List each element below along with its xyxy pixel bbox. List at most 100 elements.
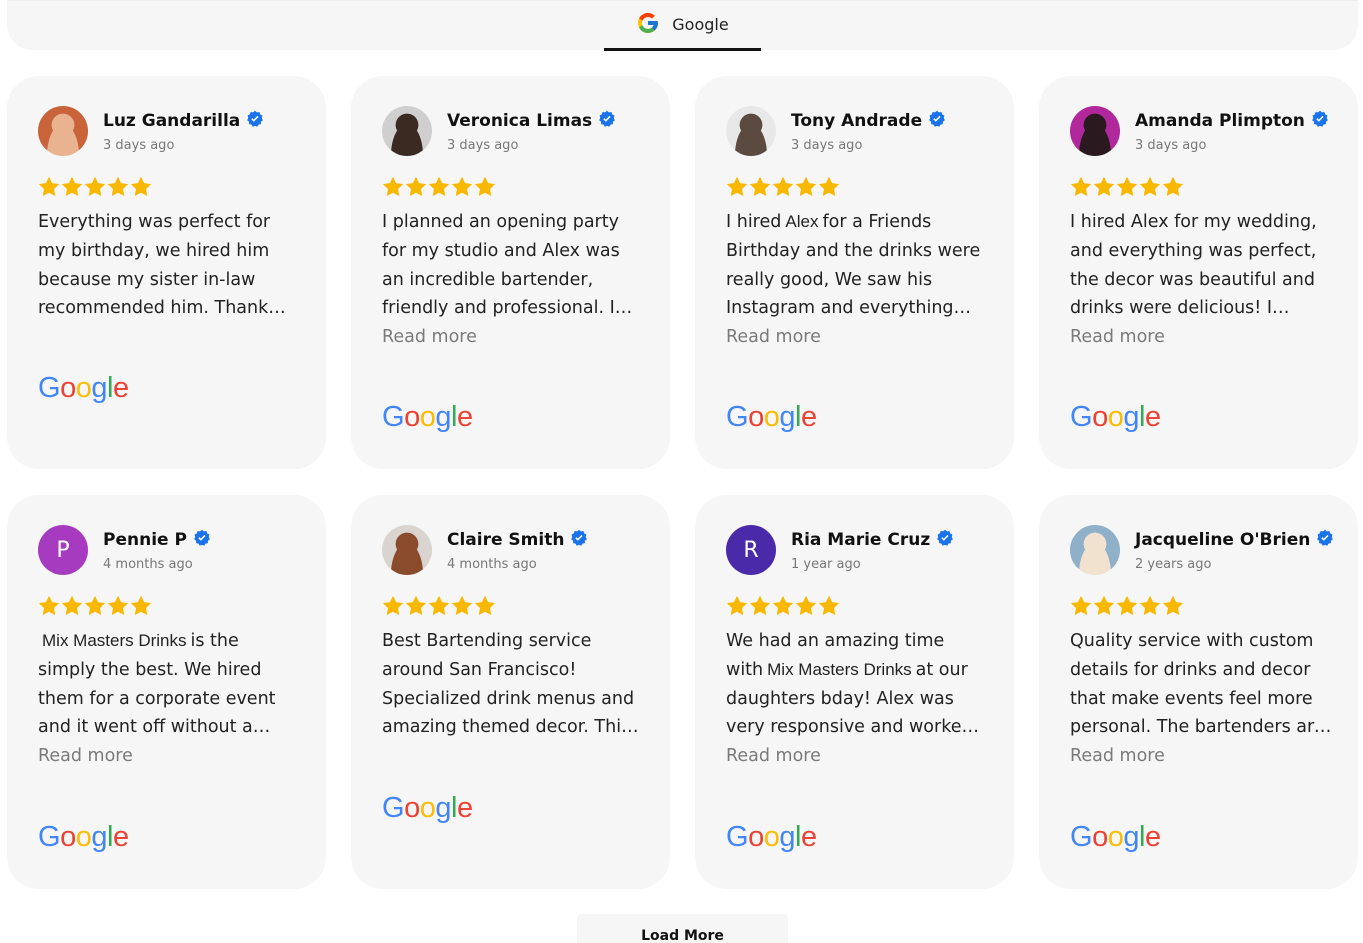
star-icon xyxy=(61,595,83,620)
reviewer-meta: Veronica Limas 3 days ago xyxy=(447,110,616,153)
verified-badge-icon xyxy=(570,529,588,551)
star-icon xyxy=(61,176,83,201)
review-text: I hired Alex for a Friends Birthday and th… xyxy=(726,208,988,352)
star-icon xyxy=(428,595,450,620)
star-icon xyxy=(428,176,450,201)
avatar: P xyxy=(38,525,88,575)
verified-badge-icon xyxy=(928,110,946,132)
google-logo-icon: Google xyxy=(1070,821,1161,853)
review-text-pre: I hired xyxy=(726,212,782,232)
reviewer-name[interactable]: Jacqueline O'Brien xyxy=(1135,530,1310,550)
reviewer-meta: Jacqueline O'Brien 2 years ago xyxy=(1135,529,1334,572)
read-more-link[interactable]: Read more xyxy=(726,742,988,771)
reviewer-name[interactable]: Veronica Limas xyxy=(447,111,592,131)
review-text: Mix Masters Drinks is the simply the best… xyxy=(38,627,300,771)
reviewer-header: Tony Andrade 3 days ago xyxy=(726,106,946,156)
star-rating xyxy=(382,595,496,620)
star-icon xyxy=(107,595,129,620)
reviewer-name[interactable]: Luz Gandarilla xyxy=(103,111,240,131)
read-more-link[interactable]: Read more xyxy=(382,323,644,352)
star-icon xyxy=(1139,595,1161,620)
brand-name: Mix Masters Drinks xyxy=(767,659,912,679)
name-row: Amanda Plimpton xyxy=(1135,110,1329,132)
review-card: Claire Smith 4 months ago Best Bartending … xyxy=(351,495,670,889)
reviewer-name[interactable]: Claire Smith xyxy=(447,530,564,550)
review-text-body: I hired Alex for my wedding, and everyth… xyxy=(1070,212,1317,319)
review-text-clamp: Mix Masters Drinks is the simply the best… xyxy=(38,627,300,742)
review-text: Quality service with custom details for … xyxy=(1070,627,1332,771)
reviewer-header: R Ria Marie Cruz 1 year ago xyxy=(726,525,954,575)
reviewer-name[interactable]: Pennie P xyxy=(103,530,187,550)
name-row: Claire Smith xyxy=(447,529,588,551)
google-g-icon xyxy=(636,11,660,39)
review-text: We had an amazing time with Mix Masters D… xyxy=(726,627,988,771)
review-text: Everything was perfect for my birthday, … xyxy=(38,208,300,323)
reviewer-name[interactable]: Tony Andrade xyxy=(791,111,922,131)
review-text-clamp: Everything was perfect for my birthday, … xyxy=(38,208,300,323)
avatar xyxy=(38,106,88,156)
read-more-link[interactable]: Read more xyxy=(726,323,988,352)
star-icon xyxy=(749,595,771,620)
star-icon xyxy=(451,595,473,620)
google-logo-icon: Google xyxy=(1070,401,1161,433)
name-row: Pennie P xyxy=(103,529,211,551)
review-text-body: Quality service with custom details for … xyxy=(1070,631,1325,738)
star-icon xyxy=(1139,176,1161,201)
star-rating xyxy=(726,595,840,620)
reviewer-meta: Amanda Plimpton 3 days ago xyxy=(1135,110,1329,153)
review-text-clamp: I planned an opening party for my studio… xyxy=(382,208,644,323)
read-more-link[interactable]: Read more xyxy=(1070,742,1332,771)
star-icon xyxy=(107,176,129,201)
load-more-button[interactable]: Load More xyxy=(577,914,788,943)
avatar: R xyxy=(726,525,776,575)
verified-badge-icon xyxy=(1316,529,1334,551)
reviewer-header: Claire Smith 4 months ago xyxy=(382,525,588,575)
brand-name: Alex xyxy=(785,212,819,231)
reviewer-name[interactable]: Ria Marie Cruz xyxy=(791,530,930,550)
review-card: Jacqueline O'Brien 2 years ago Quality ser… xyxy=(1039,495,1358,889)
star-rating xyxy=(38,595,152,620)
star-icon xyxy=(1093,595,1115,620)
reviewer-name[interactable]: Amanda Plimpton xyxy=(1135,111,1305,131)
star-icon xyxy=(130,595,152,620)
verified-badge-icon xyxy=(193,529,211,551)
star-icon xyxy=(405,595,427,620)
review-text: Best Bartending service around San Franc… xyxy=(382,627,644,742)
avatar xyxy=(382,106,432,156)
star-icon xyxy=(405,176,427,201)
avatar-initial: R xyxy=(743,537,759,563)
review-text-body: Everything was perfect for my birthday, … xyxy=(38,212,271,319)
reviewer-meta: Claire Smith 4 months ago xyxy=(447,529,588,572)
google-logo-icon: Google xyxy=(38,372,129,404)
read-more-link[interactable]: Read more xyxy=(38,742,300,771)
review-text-clamp: Best Bartending service around San Franc… xyxy=(382,627,644,742)
review-text-clamp: We had an amazing time with Mix Masters D… xyxy=(726,627,988,742)
reviewer-header: Veronica Limas 3 days ago xyxy=(382,106,616,156)
tab-google[interactable]: Google xyxy=(604,1,761,51)
star-icon xyxy=(38,595,60,620)
star-icon xyxy=(1093,176,1115,201)
star-icon xyxy=(1116,595,1138,620)
review-text-clamp: I hired Alex for a Friends Birthday and th… xyxy=(726,208,988,323)
review-date: 3 days ago xyxy=(447,137,519,153)
google-logo-icon: Google xyxy=(382,792,473,824)
source-tab-bar: Google xyxy=(7,0,1358,51)
star-icon xyxy=(795,176,817,201)
star-icon xyxy=(818,176,840,201)
star-icon xyxy=(818,595,840,620)
reviewer-meta: Luz Gandarilla 3 days ago xyxy=(103,110,264,153)
star-icon xyxy=(38,176,60,201)
star-icon xyxy=(1116,176,1138,201)
reviewer-meta: Pennie P 4 months ago xyxy=(103,529,211,572)
brand-name: Mix Masters Drinks xyxy=(42,631,187,650)
review-date: 1 year ago xyxy=(791,556,861,572)
star-icon xyxy=(1070,176,1092,201)
review-text-body: Best Bartending service around San Franc… xyxy=(382,631,635,738)
star-rating xyxy=(726,176,840,201)
google-logo-icon: Google xyxy=(726,821,817,853)
star-icon xyxy=(772,176,794,201)
read-more-link[interactable]: Read more xyxy=(1070,323,1332,352)
reviewer-header: Amanda Plimpton 3 days ago xyxy=(1070,106,1329,156)
star-icon xyxy=(382,176,404,201)
review-card: R Ria Marie Cruz 1 year ago We had an amazi… xyxy=(695,495,1014,889)
